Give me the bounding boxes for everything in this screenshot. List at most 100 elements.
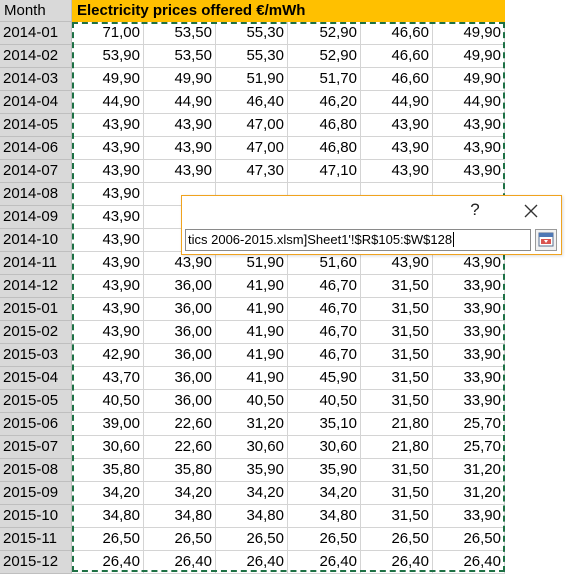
price-cell[interactable]: 43,90 [433,137,505,160]
price-cell[interactable]: 44,90 [361,91,433,114]
price-cell[interactable]: 43,90 [433,160,505,183]
month-cell[interactable]: 2014-10 [0,229,72,252]
price-cell[interactable]: 31,50 [361,482,433,505]
price-cell[interactable]: 36,00 [144,275,216,298]
price-cell[interactable]: 35,80 [144,459,216,482]
price-cell[interactable]: 43,90 [433,114,505,137]
month-cell[interactable]: 2014-04 [0,91,72,114]
price-cell[interactable]: 41,90 [216,344,288,367]
month-cell[interactable]: 2015-11 [0,528,72,551]
price-cell[interactable]: 43,70 [72,367,144,390]
price-cell[interactable]: 55,30 [216,45,288,68]
price-cell[interactable]: 21,80 [361,413,433,436]
month-cell[interactable]: 2014-08 [0,183,72,206]
price-cell[interactable]: 45,90 [288,367,361,390]
price-cell[interactable]: 26,50 [216,528,288,551]
price-cell[interactable]: 26,50 [361,528,433,551]
price-cell[interactable]: 31,50 [361,275,433,298]
price-cell[interactable]: 34,80 [216,505,288,528]
price-cell[interactable]: 71,00 [72,22,144,45]
price-cell[interactable]: 25,70 [433,436,505,459]
price-cell[interactable]: 51,90 [216,252,288,275]
price-cell[interactable]: 30,60 [216,436,288,459]
price-cell[interactable]: 31,50 [361,390,433,413]
price-cell[interactable]: 43,90 [361,137,433,160]
price-cell[interactable]: 46,40 [216,91,288,114]
price-cell[interactable]: 34,80 [72,505,144,528]
price-cell[interactable]: 55,30 [216,22,288,45]
price-cell[interactable]: 26,40 [144,551,216,574]
price-cell[interactable]: 51,70 [288,68,361,91]
price-cell[interactable]: 31,50 [361,321,433,344]
month-cell[interactable]: 2015-01 [0,298,72,321]
price-cell[interactable]: 33,90 [433,505,505,528]
price-cell[interactable]: 43,90 [72,160,144,183]
price-cell[interactable]: 44,90 [72,91,144,114]
price-cell[interactable]: 26,40 [288,551,361,574]
price-cell[interactable]: 43,90 [144,114,216,137]
range-reference-input[interactable]: tics 2006-2015.xlsm]Sheet1'!$R$105:$W$12… [185,229,531,251]
month-cell[interactable]: 2015-07 [0,436,72,459]
price-cell[interactable]: 47,00 [216,137,288,160]
price-cell[interactable]: 46,80 [288,137,361,160]
month-cell[interactable]: 2014-07 [0,160,72,183]
price-cell[interactable]: 36,00 [144,390,216,413]
price-cell[interactable]: 33,90 [433,321,505,344]
price-cell[interactable]: 51,90 [216,68,288,91]
price-cell[interactable]: 33,90 [433,367,505,390]
month-cell[interactable]: 2015-08 [0,459,72,482]
price-cell[interactable]: 26,40 [361,551,433,574]
price-cell[interactable]: 43,90 [72,137,144,160]
month-cell[interactable]: 2015-09 [0,482,72,505]
price-cell[interactable]: 30,60 [288,436,361,459]
price-cell[interactable]: 43,90 [72,321,144,344]
price-cell[interactable]: 46,60 [361,22,433,45]
price-cell[interactable]: 26,50 [72,528,144,551]
price-cell[interactable]: 30,60 [72,436,144,459]
price-cell[interactable]: 31,50 [361,298,433,321]
price-cell[interactable]: 43,90 [72,298,144,321]
month-cell[interactable]: 2015-05 [0,390,72,413]
price-cell[interactable]: 52,90 [288,22,361,45]
price-cell[interactable]: 47,00 [216,114,288,137]
price-cell[interactable]: 49,90 [433,68,505,91]
price-cell[interactable]: 39,00 [72,413,144,436]
price-cell[interactable]: 34,20 [216,482,288,505]
price-cell[interactable]: 43,90 [72,206,144,229]
price-cell[interactable]: 22,60 [144,413,216,436]
price-cell[interactable]: 33,90 [433,390,505,413]
price-cell[interactable]: 43,90 [72,114,144,137]
price-cell[interactable]: 41,90 [216,367,288,390]
month-cell[interactable]: 2014-03 [0,68,72,91]
month-cell[interactable]: 2014-09 [0,206,72,229]
price-cell[interactable]: 31,50 [361,367,433,390]
price-cell[interactable]: 46,70 [288,344,361,367]
price-cell[interactable]: 21,80 [361,436,433,459]
price-cell[interactable]: 52,90 [288,45,361,68]
price-cell[interactable]: 34,80 [288,505,361,528]
table-title[interactable]: Electricity prices offered €/mWh [72,0,505,22]
price-cell[interactable]: 26,50 [144,528,216,551]
price-cell[interactable]: 43,90 [144,137,216,160]
close-icon[interactable] [522,202,540,220]
price-cell[interactable]: 43,90 [72,275,144,298]
price-cell[interactable]: 42,90 [72,344,144,367]
price-cell[interactable]: 46,20 [288,91,361,114]
price-cell[interactable]: 43,90 [433,252,505,275]
price-cell[interactable]: 35,90 [216,459,288,482]
price-cell[interactable]: 49,90 [433,22,505,45]
price-cell[interactable]: 31,20 [433,459,505,482]
price-cell[interactable]: 34,20 [144,482,216,505]
month-cell[interactable]: 2014-12 [0,275,72,298]
month-cell[interactable]: 2015-12 [0,551,72,574]
price-cell[interactable]: 44,90 [433,91,505,114]
price-cell[interactable]: 43,90 [144,160,216,183]
price-cell[interactable]: 41,90 [216,298,288,321]
month-cell[interactable]: 2014-11 [0,252,72,275]
month-cell[interactable]: 2015-04 [0,367,72,390]
price-cell[interactable]: 46,70 [288,298,361,321]
month-cell[interactable]: 2015-10 [0,505,72,528]
price-cell[interactable]: 40,50 [216,390,288,413]
price-cell[interactable]: 41,90 [216,275,288,298]
price-cell[interactable]: 34,20 [72,482,144,505]
